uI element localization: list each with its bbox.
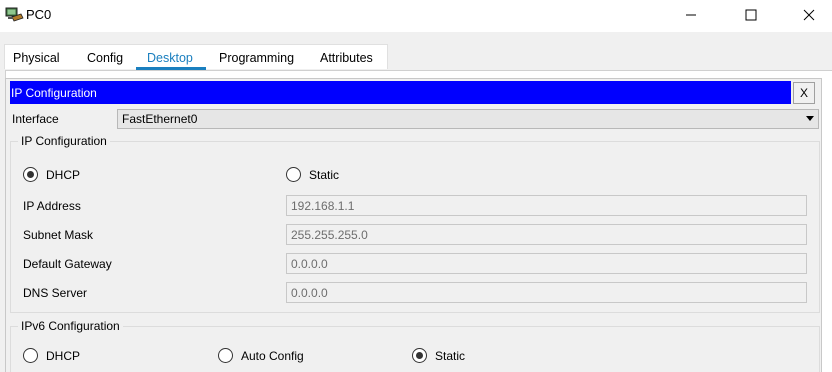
dns-server-field[interactable]: 0.0.0.0 xyxy=(286,282,807,303)
subnet-mask-label: Subnet Mask xyxy=(23,228,94,242)
ipv6-auto-config-label: Auto Config xyxy=(241,348,304,363)
radio-unselected-icon xyxy=(23,348,38,363)
tab-config[interactable]: Config xyxy=(87,51,123,65)
tab-programming[interactable]: Programming xyxy=(219,51,294,65)
dns-server-label: DNS Server xyxy=(23,286,88,300)
minimize-icon xyxy=(686,14,696,16)
minimize-button[interactable] xyxy=(668,0,714,30)
ipv6-dhcp-label: DHCP xyxy=(46,348,81,363)
close-window-button[interactable] xyxy=(786,0,832,30)
ip-address-field[interactable]: 192.168.1.1 xyxy=(286,195,807,216)
ipv6-static-label: Static xyxy=(435,348,466,363)
ip-address-label: IP Address xyxy=(23,199,81,213)
ipv4-static-label: Static xyxy=(309,167,340,182)
radio-unselected-icon xyxy=(218,348,233,363)
ipv4-static-radio[interactable]: Static xyxy=(286,167,339,182)
tab-bar xyxy=(0,32,832,70)
window-title: PC0 xyxy=(26,7,52,22)
interface-label: Interface xyxy=(12,112,59,126)
radio-selected-icon xyxy=(23,167,38,182)
maximize-icon xyxy=(745,9,757,21)
pc-icon xyxy=(5,7,24,22)
interface-value: FastEthernet0 xyxy=(122,112,198,126)
tab-desktop[interactable]: Desktop xyxy=(147,51,193,65)
ip-config-close-button[interactable]: X xyxy=(793,82,815,104)
ipv6-group-title: IPv6 Configuration xyxy=(18,319,123,333)
title-bar: PC0 xyxy=(0,0,832,32)
ipv4-dhcp-label: DHCP xyxy=(46,167,81,182)
ipv6-static-radio[interactable]: Static xyxy=(412,348,465,363)
chevron-down-icon xyxy=(806,116,814,121)
interface-select[interactable]: FastEthernet0 xyxy=(117,109,819,129)
tab-physical[interactable]: Physical xyxy=(13,51,60,65)
ip-config-header: IP Configuration xyxy=(10,81,791,104)
ipv6-dhcp-radio[interactable]: DHCP xyxy=(23,348,80,363)
ipv4-dhcp-radio[interactable]: DHCP xyxy=(23,167,80,182)
radio-unselected-icon xyxy=(286,167,301,182)
radio-selected-icon xyxy=(412,348,427,363)
maximize-button[interactable] xyxy=(728,0,774,30)
tab-attributes[interactable]: Attributes xyxy=(320,51,373,65)
default-gateway-label: Default Gateway xyxy=(23,257,112,271)
subnet-mask-field[interactable]: 255.255.255.0 xyxy=(286,224,807,245)
ipv4-group-title: IP Configuration xyxy=(18,134,110,148)
close-icon xyxy=(803,9,815,21)
ipv6-auto-config-radio[interactable]: Auto Config xyxy=(218,348,304,363)
default-gateway-field[interactable]: 0.0.0.0 xyxy=(286,253,807,274)
